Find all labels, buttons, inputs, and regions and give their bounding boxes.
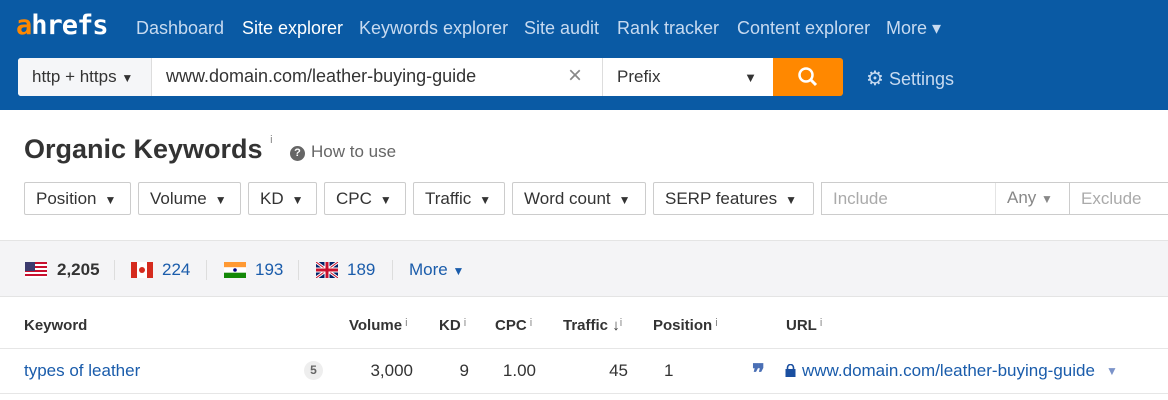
col-label: KD bbox=[439, 317, 461, 334]
col-label: CPC bbox=[495, 317, 527, 334]
quote-icon[interactable]: ❞ bbox=[752, 358, 765, 387]
nav-content-explorer[interactable]: Content explorer bbox=[737, 18, 870, 39]
nav-site-explorer[interactable]: Site explorer bbox=[242, 18, 343, 39]
col-label: Traffic bbox=[563, 317, 609, 334]
settings-button[interactable]: ⚙ Settings bbox=[866, 66, 954, 91]
traffic-value: 45 bbox=[609, 361, 628, 380]
include-input[interactable]: Include bbox=[833, 189, 888, 209]
filter-kd[interactable]: KD ▼ bbox=[248, 182, 317, 215]
sort-desc-icon: ↓ bbox=[612, 317, 620, 334]
nav-dashboard[interactable]: Dashboard bbox=[136, 18, 224, 39]
mode-select[interactable]: Prefix ▼ bbox=[602, 58, 773, 96]
col-volume[interactable]: Volume i bbox=[349, 317, 408, 334]
filter-word-count[interactable]: Word count ▼ bbox=[512, 182, 646, 215]
kd-value: 9 bbox=[459, 361, 469, 380]
url-link[interactable]: www.domain.com/leather-buying-guide bbox=[802, 361, 1095, 381]
filter-label: Volume bbox=[150, 189, 207, 208]
filter-cpc[interactable]: CPC ▼ bbox=[324, 182, 406, 215]
any-label: Any bbox=[1007, 188, 1037, 207]
nav-more[interactable]: More ▾ bbox=[886, 18, 941, 39]
filter-label: SERP features bbox=[665, 189, 778, 208]
chevron-down-icon: ▼ bbox=[1041, 192, 1053, 206]
filter-label: Traffic bbox=[425, 189, 472, 208]
in-flag-icon bbox=[224, 262, 246, 278]
divider bbox=[114, 260, 115, 280]
volume-value: 3,000 bbox=[370, 361, 413, 380]
us-flag-icon bbox=[25, 262, 47, 278]
protocol-value: http + https bbox=[32, 67, 117, 86]
settings-label: Settings bbox=[888, 69, 954, 89]
divider bbox=[392, 260, 393, 280]
chevron-down-icon: ▼ bbox=[479, 193, 492, 207]
country-count-gb[interactable]: 189 bbox=[347, 260, 375, 280]
col-label: URL bbox=[786, 317, 817, 334]
chevron-down-icon: ▼ bbox=[618, 193, 631, 207]
col-cpc[interactable]: CPC i bbox=[495, 317, 532, 334]
filter-position[interactable]: Position ▼ bbox=[24, 182, 131, 215]
filter-label: Word count bbox=[524, 189, 611, 208]
divider bbox=[206, 260, 207, 280]
col-url[interactable]: URL i bbox=[786, 317, 822, 334]
col-keyword[interactable]: Keyword bbox=[24, 317, 87, 334]
search-button[interactable] bbox=[773, 58, 843, 96]
chevron-down-icon: ▼ bbox=[214, 193, 227, 207]
url-dropdown-icon[interactable]: ▼ bbox=[1106, 364, 1118, 378]
question-icon: ? bbox=[290, 146, 305, 161]
chevron-down-icon: ▼ bbox=[291, 193, 304, 207]
nav-rank-tracker[interactable]: Rank tracker bbox=[617, 18, 719, 39]
chevron-down-icon: ▼ bbox=[785, 193, 798, 207]
country-count-in[interactable]: 193 bbox=[255, 260, 283, 280]
divider bbox=[0, 393, 1168, 394]
chevron-down-icon: ▼ bbox=[744, 70, 757, 85]
filter-label: KD bbox=[260, 189, 284, 208]
page-title-text: Organic Keywords bbox=[24, 134, 263, 164]
country-count-ca[interactable]: 224 bbox=[162, 260, 190, 280]
info-icon[interactable]: i bbox=[270, 134, 272, 146]
serp-features-badge[interactable]: 5 bbox=[304, 361, 323, 380]
cpc-value: 1.00 bbox=[502, 361, 536, 380]
nav-keywords-explorer[interactable]: Keywords explorer bbox=[359, 18, 508, 39]
any-select[interactable]: Any ▼ bbox=[995, 183, 1070, 214]
filter-serp-features[interactable]: SERP features ▼ bbox=[653, 182, 814, 215]
position-value: 1 bbox=[664, 361, 674, 380]
page-title: Organic Keywords i bbox=[24, 134, 273, 165]
ca-flag-icon bbox=[131, 262, 153, 278]
keyword-link[interactable]: types of leather bbox=[24, 361, 140, 381]
nav-site-audit[interactable]: Site audit bbox=[524, 18, 599, 39]
divider bbox=[0, 348, 1168, 349]
chevron-down-icon: ▼ bbox=[379, 193, 392, 207]
divider bbox=[298, 260, 299, 280]
clear-icon[interactable]: × bbox=[568, 62, 582, 90]
col-label: Position bbox=[653, 317, 713, 334]
more-label: More bbox=[409, 260, 448, 279]
exclude-input[interactable]: Exclude bbox=[1081, 189, 1141, 209]
gear-icon: ⚙ bbox=[866, 68, 884, 90]
filter-traffic[interactable]: Traffic ▼ bbox=[413, 182, 505, 215]
search-icon bbox=[798, 67, 818, 87]
col-position[interactable]: Position i bbox=[653, 317, 718, 334]
col-label: Volume bbox=[349, 317, 403, 334]
chevron-down-icon: ▼ bbox=[121, 71, 134, 85]
how-to-use-link[interactable]: ? How to use bbox=[290, 142, 396, 162]
col-traffic[interactable]: Traffic ↓i bbox=[563, 317, 622, 334]
chevron-down-icon: ▼ bbox=[104, 193, 117, 207]
how-to-label: How to use bbox=[311, 142, 397, 161]
gb-flag-icon bbox=[316, 262, 338, 278]
filter-volume[interactable]: Volume ▼ bbox=[138, 182, 241, 215]
col-kd[interactable]: KD i bbox=[439, 317, 466, 334]
more-countries-button[interactable]: More ▼ bbox=[409, 260, 464, 280]
mode-value: Prefix bbox=[617, 67, 661, 86]
country-count-us[interactable]: 2,205 bbox=[57, 260, 100, 280]
filter-label: Position bbox=[36, 189, 97, 208]
lock-icon bbox=[785, 364, 796, 377]
chevron-down-icon: ▼ bbox=[452, 264, 465, 278]
ahrefs-logo[interactable]: ahrefs bbox=[16, 10, 109, 41]
url-input[interactable]: www.domain.com/leather-buying-guide bbox=[166, 66, 476, 87]
protocol-select[interactable]: http + https ▼ bbox=[18, 58, 152, 96]
filter-label: CPC bbox=[336, 189, 372, 208]
